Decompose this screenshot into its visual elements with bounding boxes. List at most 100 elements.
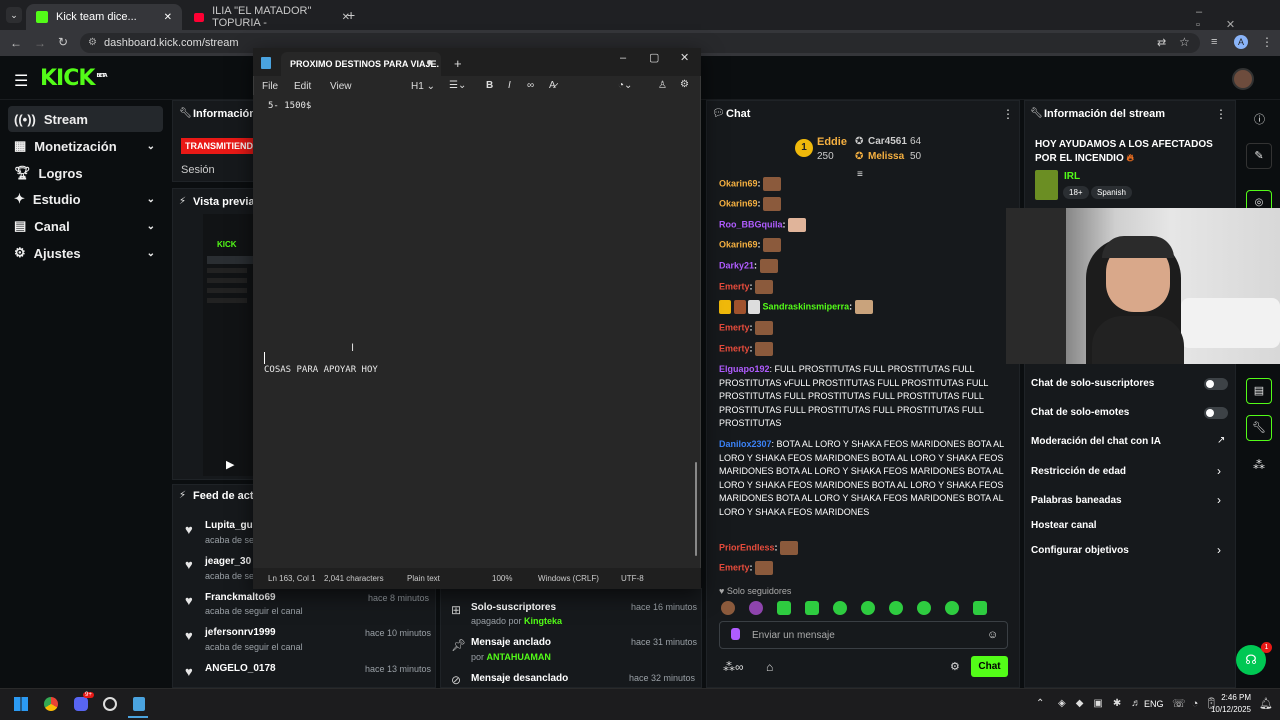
windows-start-icon[interactable] — [14, 697, 28, 711]
leaderboard-name[interactable]: Car4561 — [868, 136, 907, 147]
external-link-icon[interactable]: ↗ — [1217, 435, 1225, 446]
points-icon[interactable]: ⁂∞ — [723, 660, 744, 674]
obs-taskbar-icon[interactable] — [103, 697, 117, 711]
chat-username[interactable]: Elguapo192 — [719, 364, 770, 374]
banned-words-setting[interactable]: Palabras baneadas — [1031, 495, 1122, 506]
subs-only-toggle[interactable] — [1204, 378, 1228, 390]
status-eol[interactable]: Windows (CRLF) — [538, 574, 599, 583]
chat-options-icon[interactable]: ⋮ — [1002, 107, 1014, 121]
emote-icon[interactable] — [861, 601, 875, 615]
notepad-taskbar-icon[interactable] — [133, 697, 145, 711]
account-icon[interactable]: ♙ — [658, 80, 667, 91]
sidebar-item-ajustes[interactable]: ⚙ Ajustes ⌄ — [8, 240, 163, 266]
close-tab-icon[interactable]: ✕ — [164, 12, 172, 23]
heading-select[interactable]: H1 ⌄ — [411, 81, 435, 92]
status-zoom[interactable]: 100% — [492, 574, 512, 583]
chevron-right-icon[interactable]: › — [1217, 464, 1221, 478]
discord-taskbar-icon[interactable] — [74, 697, 88, 711]
chat-input-placeholder[interactable]: Enviar un mensaje — [752, 630, 835, 641]
bold-icon[interactable]: B — [486, 80, 493, 91]
microphone-icon[interactable] — [731, 628, 740, 640]
tab-search-icon[interactable]: ⌄ — [6, 7, 22, 23]
list-icon[interactable]: ☰⌄ — [449, 80, 466, 91]
chat-settings-gear-icon[interactable]: ⚙ — [950, 660, 960, 673]
status-format[interactable]: Plain text — [407, 574, 440, 583]
chat-username[interactable]: Emerty — [719, 281, 750, 291]
chat-username[interactable]: Emerty — [719, 343, 750, 353]
notepad-settings-gear-icon[interactable]: ⚙ — [680, 79, 689, 90]
feed-item-name[interactable]: jeager_30 — [205, 556, 251, 567]
minimize-icon[interactable]: – — [620, 52, 626, 64]
close-window-icon[interactable]: ✕ — [680, 51, 689, 64]
emote-icon[interactable] — [805, 601, 819, 615]
configure-goals-setting[interactable]: Configurar objetivos — [1031, 545, 1129, 556]
new-tab-button[interactable]: + — [347, 7, 355, 23]
forward-icon[interactable]: → — [34, 36, 46, 50]
chat-username[interactable]: Sandraskinsmiperra — [763, 301, 850, 311]
copilot-icon[interactable]: ◔⌄ — [618, 80, 632, 91]
tab-kick[interactable]: Kick team dice... ✕ — [26, 4, 182, 30]
edit-pencil-icon[interactable]: ✎ — [1246, 143, 1272, 169]
notifications-bell-icon[interactable]: 🔔︎ — [1259, 697, 1273, 710]
emote-icon[interactable] — [833, 601, 847, 615]
emoji-icon[interactable]: ☺ — [987, 629, 998, 641]
apps-icon[interactable]: ⁂ — [1253, 458, 1265, 472]
profile-avatar[interactable]: A — [1234, 35, 1248, 49]
chat-username[interactable]: Okarin69 — [719, 178, 758, 188]
layout-icon[interactable]: ▤ — [1246, 378, 1272, 404]
category-link[interactable]: IRL — [1064, 171, 1080, 182]
reload-icon[interactable]: ↻ — [58, 35, 68, 49]
chat-username[interactable]: Emerty — [719, 322, 750, 332]
sidebar-item-stream[interactable]: ((•)) Stream — [8, 106, 163, 132]
sidebar-item-logros[interactable]: 🏆︎ Logros — [8, 160, 163, 186]
editor-scrollbar[interactable] — [695, 462, 697, 556]
chat-username[interactable]: Okarin69 — [719, 198, 758, 208]
new-notepad-tab-button[interactable]: + — [454, 56, 462, 71]
chat-username[interactable]: Roo_BBGquila — [719, 219, 783, 229]
store-icon[interactable]: ⌂ — [766, 660, 773, 674]
media-icon[interactable]: ≡ — [1211, 36, 1217, 48]
emotes-only-toggle[interactable] — [1204, 407, 1228, 419]
window-controls[interactable]: –▫✕ — [1196, 6, 1280, 31]
leaderboard-name[interactable]: Eddie — [817, 136, 847, 148]
status-encoding[interactable]: UTF-8 — [621, 574, 644, 583]
info-icon[interactable]: ⓘ — [1254, 111, 1265, 127]
play-icon[interactable]: ▶ — [226, 458, 234, 471]
hamburger-menu-icon[interactable]: ☰ — [14, 71, 28, 91]
chat-username[interactable]: Okarin69 — [719, 239, 758, 249]
sidebar-item-estudio[interactable]: ✦ Estudio ⌄ — [8, 186, 163, 212]
clock-date[interactable]: 10/12/2025 — [1209, 705, 1251, 714]
emote-icon[interactable] — [749, 601, 763, 615]
chat-username[interactable]: Danilox2307 — [719, 439, 772, 449]
sidebar-item-canal[interactable]: ▤ Canal ⌄ — [8, 213, 163, 239]
maximize-icon[interactable]: ▢ — [649, 51, 659, 64]
menu-view[interactable]: View — [330, 81, 352, 92]
feed-item-name[interactable]: Lupita_gue — [205, 520, 258, 531]
kick-logo[interactable]: KICK BETA — [40, 66, 108, 91]
site-info-icon[interactable]: ⚙ — [88, 37, 97, 48]
notepad-editor[interactable] — [253, 95, 700, 568]
tab-youtube[interactable]: ILIA "EL MATADOR" TOPURIA - ✕ — [184, 4, 360, 30]
chevron-right-icon[interactable]: › — [1217, 543, 1221, 557]
clear-format-icon[interactable]: A̷ — [549, 80, 556, 91]
tray-icons[interactable]: ◈◆▣✱♬ — [1058, 698, 1151, 709]
emote-icon[interactable] — [917, 601, 931, 615]
translate-icon[interactable]: ⇄ — [1157, 36, 1166, 49]
tools-icon[interactable]: 🔧︎ — [1246, 415, 1272, 441]
chrome-taskbar-icon[interactable] — [44, 697, 58, 711]
back-icon[interactable]: ← — [10, 36, 22, 50]
emote-icon[interactable] — [777, 601, 791, 615]
emote-icon[interactable] — [973, 601, 987, 615]
feed-item-name[interactable]: jefersonrv1999 — [205, 627, 276, 638]
stream-info-options-icon[interactable]: ⋮ — [1215, 107, 1227, 121]
emote-icon[interactable] — [889, 601, 903, 615]
user-avatar[interactable] — [1232, 68, 1254, 90]
browser-menu-icon[interactable]: ⋮ — [1261, 35, 1273, 49]
language-indicator[interactable]: ENG — [1144, 699, 1164, 709]
emote-icon[interactable] — [945, 601, 959, 615]
menu-edit[interactable]: Edit — [294, 81, 311, 92]
category-thumbnail[interactable] — [1035, 170, 1058, 200]
link-icon[interactable]: ∞ — [527, 80, 534, 91]
italic-icon[interactable]: I — [508, 80, 511, 91]
bookmark-star-icon[interactable]: ☆ — [1179, 35, 1190, 49]
